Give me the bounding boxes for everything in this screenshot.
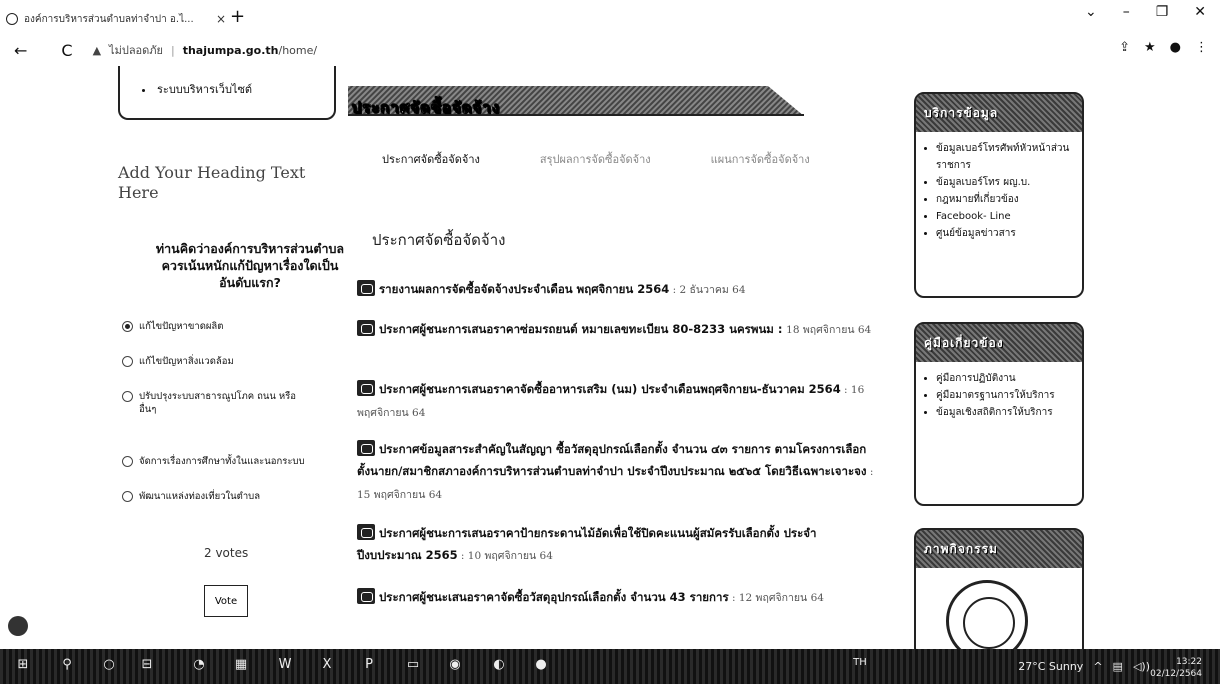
announcement-item[interactable]: ประกาศข้อมูลสาระสำคัญในสัญญา ซื้อวัสดุอุ… — [357, 438, 877, 506]
widget-header: บริการข้อมูล — [916, 94, 1082, 132]
placeholder-heading: Add Your Heading Text Here — [118, 163, 306, 202]
widget-title: คู่มือเกี่ยวข้อง — [924, 335, 1004, 350]
address-bar: ← C ▲ ไม่ปลอดภัย | thajumpa.go.th/home/ — [0, 34, 1220, 66]
pdf-icon — [357, 524, 375, 540]
app-icon[interactable]: ● — [532, 657, 550, 675]
monitor-icon[interactable]: ▭ — [404, 657, 422, 675]
announcement-item[interactable]: ประกาศผู้ชนะการเสนอราคาจัดซื้ออาหารเสริม… — [357, 378, 877, 424]
url-host: thajumpa.go.th — [182, 43, 279, 57]
service-list: ข้อมูลเบอร์โทรศัพท์หัวหน้าส่วนราชการ ข้อ… — [916, 132, 1082, 250]
chat-icon[interactable]: ◐ — [490, 657, 508, 675]
new-tab-button[interactable]: + — [230, 6, 245, 27]
list-heading: ประกาศจัดซื้อจัดจ้าง — [372, 231, 506, 249]
announcement-item[interactable]: ประกาศผู้ชนะการเสนอราคาซ่อมรถยนต์ หมายเล… — [357, 318, 877, 341]
task-view-icon[interactable]: ⊟ — [138, 657, 156, 675]
poll-option[interactable]: จัดการเรื่องการศึกษาทั้งในและนอกระบบ — [122, 455, 312, 468]
site-favicon-icon — [6, 13, 18, 25]
url-field[interactable]: ▲ ไม่ปลอดภัย | thajumpa.go.th/home/ — [93, 41, 318, 59]
widget-title: บริการข้อมูล — [924, 105, 999, 120]
pdf-icon — [357, 380, 375, 396]
share-icon[interactable]: ⇪ — [1119, 40, 1130, 55]
announcement-item[interactable]: ประกาศผู้ชนะเสนอราคาจัดซื้อวัสดุอุปกรณ์เ… — [357, 586, 877, 609]
poll-option[interactable]: แก้ไขปัญหาขาดผลิต — [122, 320, 312, 333]
powerpoint-icon[interactable]: P — [360, 657, 378, 675]
service-widget: บริการข้อมูล ข้อมูลเบอร์โทรศัพท์หัวหน้าส… — [914, 92, 1084, 298]
left-menu-box: ระบบบริหารเว็บไซต์ — [118, 66, 336, 120]
list-item[interactable]: กฎหมายที่เกี่ยวข้อง — [936, 191, 1074, 208]
window-controls: ⌄ – ❐ ✕ — [1085, 4, 1220, 20]
star-icon[interactable]: ★ — [1144, 40, 1156, 55]
word-icon[interactable]: W — [276, 657, 294, 675]
manual-list: คู่มือการปฏิบัติงาน คู่มือมาตรฐานการให้บ… — [916, 362, 1082, 429]
tab-announcements[interactable]: ประกาศจัดซื้อจัดจ้าง — [382, 150, 480, 168]
radio-icon[interactable] — [122, 391, 133, 402]
announcement-item[interactable]: รายงานผลการจัดซื้อจัดจ้างประจำเดือน พฤศจ… — [357, 278, 877, 301]
menu-item-admin[interactable]: ระบบบริหารเว็บไซต์ — [142, 80, 252, 98]
url-path: /home/ — [278, 43, 318, 57]
list-item[interactable]: ข้อมูลเชิงสถิติการให้บริการ — [936, 404, 1074, 421]
announcement-item[interactable]: ประกาศผู้ชนะการเสนอราคาป้ายกระดานไม้อัดเ… — [357, 522, 877, 567]
accessibility-icon[interactable] — [8, 616, 28, 636]
volume-icon[interactable]: ◁)) — [1133, 660, 1150, 673]
widget-header: ภาพกิจกรรม — [916, 530, 1082, 568]
language-indicator[interactable]: TH — [848, 657, 872, 675]
browser-tab[interactable]: องค์การบริหารส่วนตำบลท่าจำปา อ.ไ... × — [6, 6, 226, 32]
tab-summary[interactable]: สรุปผลการจัดซื้อจัดจ้าง — [540, 150, 651, 168]
calendar-icon[interactable]: ▦ — [232, 657, 250, 675]
url-separator: | — [171, 43, 175, 57]
poll-option[interactable]: ปรับปรุงระบบสาธารณูปโภค ถนน หรืออื่นๆ — [122, 390, 312, 416]
pdf-icon — [357, 320, 375, 336]
manual-widget: คู่มือเกี่ยวข้อง คู่มือการปฏิบัติงาน คู่… — [914, 322, 1084, 506]
vote-button[interactable]: Vote — [204, 585, 248, 617]
restore-icon[interactable]: ❐ — [1156, 4, 1169, 20]
minimize-icon[interactable]: – — [1123, 4, 1130, 20]
widget-header: คู่มือเกี่ยวข้อง — [916, 324, 1082, 362]
menu-icon[interactable]: ⋮ — [1195, 40, 1208, 55]
profile-icon[interactable]: ● — [1170, 40, 1181, 55]
security-label: ไม่ปลอดภัย — [109, 44, 163, 57]
windows-start-icon[interactable]: ⊞ — [14, 657, 32, 675]
radio-icon[interactable] — [122, 356, 133, 367]
back-icon[interactable]: ← — [14, 41, 27, 60]
poll-option[interactable]: พัฒนาแหล่งท่องเที่ยวในตำบล — [122, 490, 312, 503]
search-icon[interactable]: ⚲ — [58, 657, 76, 675]
pdf-icon — [357, 440, 375, 456]
clock[interactable]: 13:22 02/12/2564 — [1150, 656, 1202, 680]
chevron-up-icon[interactable]: ^ — [1093, 660, 1102, 673]
radio-icon[interactable] — [122, 456, 133, 467]
poll-question: ท่านคิดว่าองค์การบริหารส่วนตำบล ควรเน้นห… — [155, 241, 345, 290]
poll-option[interactable]: แก้ไขปัญหาสิ่งแวดล้อม — [122, 355, 312, 368]
list-item[interactable]: ศูนย์ข้อมูลข่าวสาร — [936, 225, 1074, 242]
radio-icon[interactable] — [122, 491, 133, 502]
app-icon[interactable]: ◔ — [190, 657, 208, 675]
reload-icon[interactable]: C — [61, 41, 72, 60]
list-item[interactable]: ข้อมูลเบอร์โทร ผญ.บ. — [936, 174, 1074, 191]
procurement-tabs: ประกาศจัดซื้อจัดจ้าง สรุปผลการจัดซื้อจัด… — [382, 150, 810, 168]
radio-checked-icon[interactable] — [122, 321, 133, 332]
network-icon[interactable]: ▤ — [1113, 660, 1123, 673]
close-window-icon[interactable]: ✕ — [1194, 4, 1206, 20]
list-item[interactable]: คู่มือมาตรฐานการให้บริการ — [936, 387, 1074, 404]
cortana-icon[interactable]: ○ — [100, 657, 118, 675]
widget-title: ภาพกิจกรรม — [924, 541, 998, 556]
warning-icon[interactable]: ▲ — [93, 44, 101, 57]
excel-icon[interactable]: X — [318, 657, 336, 675]
browser-toolbar: ⇪ ★ ● ⋮ — [1119, 40, 1208, 55]
tab-title: องค์การบริหารส่วนตำบลท่าจำปา อ.ไ... — [24, 13, 194, 25]
pdf-icon — [357, 280, 375, 296]
weather-label[interactable]: 27°C Sunny — [1018, 660, 1083, 673]
chrome-icon[interactable]: ◉ — [446, 657, 464, 675]
section-title: ประกาศจัดซื้อจัดจ้าง — [352, 99, 501, 118]
clock-time: 13:22 — [1176, 657, 1202, 667]
list-item[interactable]: คู่มือการปฏิบัติงาน — [936, 370, 1074, 387]
tab-search-icon[interactable]: ⌄ — [1085, 4, 1097, 20]
list-item[interactable]: ข้อมูลเบอร์โทรศัพท์หัวหน้าส่วนราชการ — [936, 140, 1074, 174]
system-tray: 27°C Sunny ^ ▤ ◁)) — [1018, 660, 1150, 673]
pdf-icon — [357, 588, 375, 604]
tab-plan[interactable]: แผนการจัดซื้อจัดจ้าง — [711, 150, 810, 168]
vote-count: 2 votes — [204, 546, 249, 560]
tab-close-icon[interactable]: × — [216, 12, 226, 26]
list-item[interactable]: Facebook- Line — [936, 208, 1074, 225]
clock-date: 02/12/2564 — [1150, 669, 1202, 679]
